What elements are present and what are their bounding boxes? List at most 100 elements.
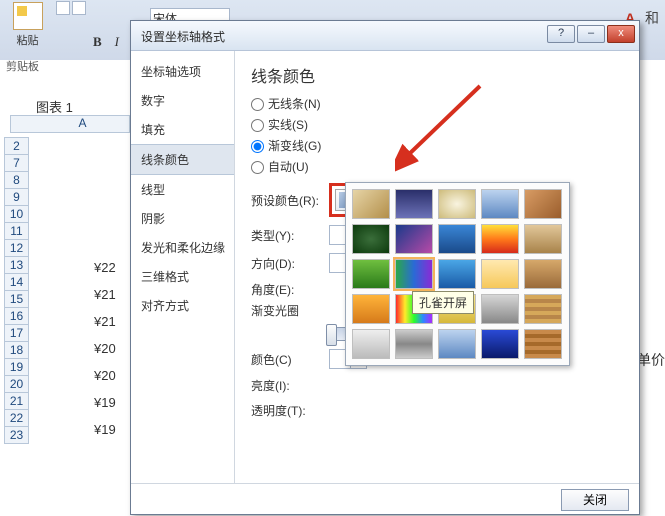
cut-icon[interactable]	[56, 1, 70, 15]
gradient-swatch[interactable]	[524, 329, 562, 359]
gradient-preset-popup: 孔雀开屏	[345, 182, 570, 366]
row-header[interactable]: 15	[4, 290, 29, 308]
gradient-swatch[interactable]	[438, 224, 476, 254]
window-buttons: ? – x	[547, 25, 635, 43]
direction-label: 方向(D):	[251, 255, 329, 272]
row-header[interactable]: 23	[4, 426, 29, 444]
row-header[interactable]: 19	[4, 358, 29, 376]
gradient-swatch[interactable]	[481, 294, 519, 324]
copy-icon[interactable]	[72, 1, 86, 15]
dialog-footer: 关闭	[131, 483, 639, 515]
gradient-swatch[interactable]	[438, 329, 476, 359]
axis-tick-label: ¥22	[94, 260, 116, 287]
bold-button[interactable]: B	[93, 34, 111, 50]
type-label: 类型(Y):	[251, 227, 329, 244]
gradient-swatch[interactable]	[395, 259, 433, 289]
gradient-swatch[interactable]	[352, 259, 390, 289]
gradient-swatch[interactable]	[395, 329, 433, 359]
gradient-swatch[interactable]	[395, 189, 433, 219]
radio-solid-line-input[interactable]	[251, 119, 264, 132]
gradient-swatch[interactable]	[438, 189, 476, 219]
gradient-swatch[interactable]	[524, 294, 562, 324]
transparency-label: 透明度(T):	[251, 402, 329, 419]
axis-tick-label: ¥19	[94, 395, 116, 422]
minimize-button[interactable]: –	[577, 25, 605, 43]
column-header-a[interactable]: A	[35, 115, 130, 132]
nav-item[interactable]: 数字	[131, 86, 234, 115]
paste-button[interactable]: 粘贴	[5, 0, 50, 55]
row-header[interactable]: 22	[4, 409, 29, 427]
row-header[interactable]: 8	[4, 171, 29, 189]
gradient-swatch[interactable]	[352, 329, 390, 359]
gradient-swatch[interactable]	[481, 224, 519, 254]
radio-solid-line[interactable]: 实线(S)	[251, 116, 623, 133]
nav-item[interactable]: 对齐方式	[131, 291, 234, 320]
gradient-swatch[interactable]	[438, 259, 476, 289]
help-button[interactable]: ?	[547, 25, 575, 43]
nav-item[interactable]: 线条颜色	[131, 144, 234, 175]
right-edge-label: 单价	[637, 350, 665, 370]
gradient-swatch[interactable]	[524, 224, 562, 254]
gradient-tooltip: 孔雀开屏	[412, 291, 474, 314]
radio-no-line[interactable]: 无线条(N)	[251, 95, 623, 112]
row-header[interactable]: 2	[4, 137, 29, 155]
slider-thumb[interactable]	[326, 324, 337, 346]
close-button[interactable]: 关闭	[561, 489, 629, 511]
axis-tick-label: ¥20	[94, 341, 116, 368]
radio-no-line-input[interactable]	[251, 98, 264, 111]
gradient-swatch[interactable]	[395, 224, 433, 254]
paste-icon	[13, 2, 43, 30]
dialog-titlebar[interactable]: 设置坐标轴格式 ? – x	[131, 21, 639, 51]
gradient-swatch[interactable]	[481, 189, 519, 219]
row-header[interactable]: 20	[4, 375, 29, 393]
gradient-swatch[interactable]	[524, 189, 562, 219]
row-header[interactable]: 7	[4, 154, 29, 172]
axis-tick-label: ¥20	[94, 368, 116, 395]
nav-item[interactable]: 阴影	[131, 204, 234, 233]
gradient-swatch[interactable]	[352, 294, 390, 324]
radio-gradient-line[interactable]: 渐变线(G)	[251, 137, 623, 154]
nav-item[interactable]: 三维格式	[131, 262, 234, 291]
row-header[interactable]: 12	[4, 239, 29, 257]
row-header[interactable]: 11	[4, 222, 29, 240]
axis-tick-label: ¥19	[94, 422, 116, 449]
gradient-swatch[interactable]	[524, 259, 562, 289]
chart-axis-labels: ¥22¥21¥21¥20¥20¥19¥19	[94, 260, 116, 449]
row-header[interactable]: 13	[4, 256, 29, 274]
radio-auto-line-input[interactable]	[251, 161, 264, 174]
paste-label: 粘贴	[5, 32, 50, 48]
gradient-grid	[352, 189, 563, 359]
sort-label: 和	[645, 10, 659, 26]
line-type-radio-group: 无线条(N) 实线(S) 渐变线(G) 自动(U)	[251, 95, 623, 175]
row-header[interactable]: 10	[4, 205, 29, 223]
row-header[interactable]: 14	[4, 273, 29, 291]
row-header[interactable]: 16	[4, 307, 29, 325]
transparency-row: 透明度(T):	[251, 402, 623, 419]
row-headers: 27891011121314151617181920212223	[4, 137, 29, 443]
gradient-swatch[interactable]	[481, 259, 519, 289]
name-box[interactable]: 图表 1	[36, 97, 73, 116]
gradient-swatch[interactable]	[481, 329, 519, 359]
nav-item[interactable]: 坐标轴选项	[131, 57, 234, 86]
row-header[interactable]: 21	[4, 392, 29, 410]
angle-label: 角度(E):	[251, 281, 329, 298]
window-close-button[interactable]: x	[607, 25, 635, 43]
stops-label: 渐变光圈	[251, 302, 329, 319]
gradient-swatch[interactable]	[352, 189, 390, 219]
color-label: 颜色(C)	[251, 351, 329, 368]
nav-item[interactable]: 发光和柔化边缘	[131, 233, 234, 262]
row-header[interactable]: 17	[4, 324, 29, 342]
radio-auto-line[interactable]: 自动(U)	[251, 158, 623, 175]
nav-item[interactable]: 填充	[131, 115, 234, 144]
brightness-label: 亮度(I):	[251, 377, 329, 394]
preset-color-label: 预设颜色(R):	[251, 192, 329, 209]
row-header[interactable]: 9	[4, 188, 29, 206]
gradient-swatch[interactable]	[352, 224, 390, 254]
dialog-title: 设置坐标轴格式	[141, 28, 225, 45]
radio-gradient-line-input[interactable]	[251, 140, 264, 153]
row-header[interactable]: 18	[4, 341, 29, 359]
clipboard-group-label: 剪贴板	[6, 58, 39, 74]
axis-tick-label: ¥21	[94, 287, 116, 314]
category-nav: 坐标轴选项数字填充线条颜色线型阴影发光和柔化边缘三维格式对齐方式	[131, 51, 235, 483]
nav-item[interactable]: 线型	[131, 175, 234, 204]
